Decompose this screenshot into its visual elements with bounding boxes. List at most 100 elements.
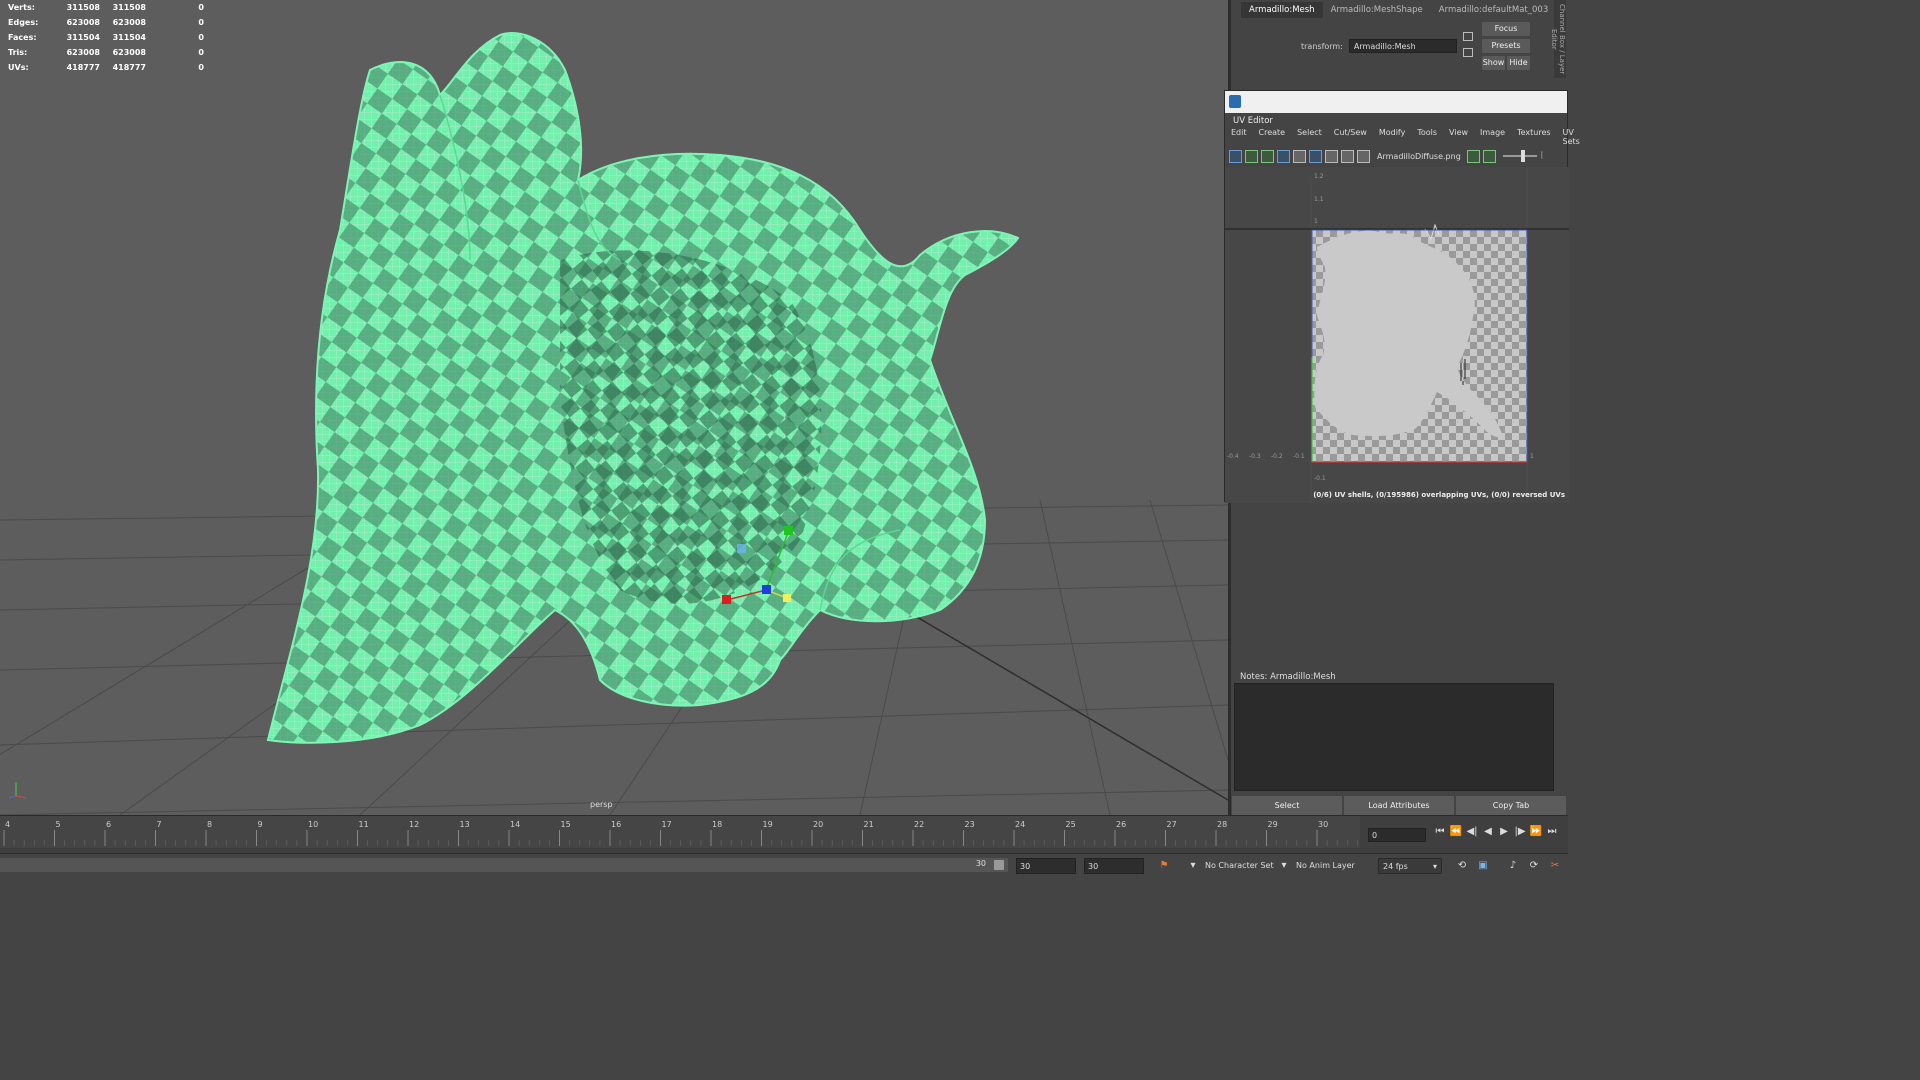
u-tick-m02: -0.2: [1271, 453, 1283, 460]
3d-viewport[interactable]: Verts: 311508 311508 0 Edges: 623008 623008 0 …: [0, 0, 1228, 815]
transform-row: transform: Armadillo:Mesh: [1301, 39, 1457, 53]
menu-view[interactable]: View: [1443, 127, 1474, 141]
transform-label: transform:: [1301, 41, 1343, 51]
fps-dropdown-icon: ▾: [1432, 862, 1437, 871]
uv-editor-window: UV Editor Edit Create Select Cut/Sew Mod…: [1224, 90, 1580, 503]
range-handle[interactable]: [994, 860, 1004, 870]
show-button[interactable]: Show: [1482, 56, 1505, 70]
menu-modify[interactable]: Modify: [1373, 127, 1412, 141]
step-back-key-icon[interactable]: ⏪: [1448, 826, 1464, 837]
texture-selector[interactable]: ArmadilloDiffuse.png: [1377, 152, 1461, 161]
toolbar-overflow-icon[interactable]: ⦚: [1541, 151, 1543, 162]
time-slider: 4 5 6 7 8 9 10 11 12 13 14 15 16 17 18 19 20 21 22 23 24 25 26…: [0, 815, 1568, 853]
current-frame-field[interactable]: 0: [1368, 828, 1426, 842]
ruler-frame-label: 5: [56, 820, 61, 829]
anim-layer-dropdown-icon[interactable]: ▾: [1277, 859, 1291, 873]
grid-toggle-icon[interactable]: [1309, 149, 1322, 163]
playback-speed-icon[interactable]: ⟳: [1527, 859, 1541, 873]
step-forward-frame-icon[interactable]: |▶: [1512, 826, 1528, 837]
tab-armadillo-mesh[interactable]: Armadillo:Mesh: [1241, 2, 1323, 18]
tab-armadillo-meshshape[interactable]: Armadillo:MeshShape: [1323, 2, 1431, 18]
fps-select[interactable]: 24 fps ▾: [1378, 858, 1442, 874]
armadillo-mesh: [266, 32, 1020, 744]
uv-edge-select-icon[interactable]: [1261, 149, 1274, 163]
ruler-frame-label: 27: [1167, 820, 1177, 829]
play-backwards-icon[interactable]: ◀: [1480, 826, 1496, 837]
character-set-dropdown-icon[interactable]: ▾: [1186, 859, 1200, 873]
select-button[interactable]: Select: [1232, 796, 1342, 816]
presets-button[interactable]: Presets: [1482, 39, 1530, 53]
time-ruler-ticks: 4 5 6 7 8 9 10 11 12 13 14 15 16 17 18 19 20 21 22 23 24 25 26…: [3, 820, 1358, 846]
preferences-icon[interactable]: ✂: [1548, 859, 1562, 873]
poly-count-hud: Verts: 311508 311508 0 Edges: 623008 623008 0 …: [8, 0, 204, 75]
ruler-frame-label: 8: [207, 820, 212, 829]
menu-select[interactable]: Select: [1291, 127, 1328, 141]
uv-editor-titlebar[interactable]: [1225, 91, 1567, 113]
anim-layer-label[interactable]: No Anim Layer: [1296, 861, 1355, 870]
copy-tab-button[interactable]: Copy Tab: [1456, 796, 1566, 816]
channel-box-side-tab[interactable]: Channel Box / Layer Editor: [1550, 0, 1566, 78]
ruler-frame-label: 16: [611, 820, 621, 829]
range-end-field[interactable]: 30: [1084, 858, 1144, 874]
uv-shell-select-icon[interactable]: [1229, 149, 1242, 163]
exposure-slider[interactable]: [1502, 150, 1537, 162]
uv-editor-title: UV Editor: [1233, 116, 1273, 126]
ruler-frame-label: 7: [157, 820, 162, 829]
uv-face-select-icon[interactable]: [1277, 149, 1290, 163]
manip-center-handle: [737, 544, 746, 553]
menu-edit[interactable]: Edit: [1225, 127, 1253, 141]
ruler-frame-label: 21: [864, 820, 874, 829]
uv-select-icon[interactable]: [1245, 149, 1258, 163]
sound-icon[interactable]: ♪: [1506, 859, 1520, 873]
hide-button[interactable]: Hide: [1507, 56, 1530, 70]
uv-canvas[interactable]: 1.2 1.1 1 -0.4 -0.3 -0.2 -0.1 -0.1 1 (0/…: [1225, 167, 1569, 503]
focus-button[interactable]: Focus: [1482, 22, 1530, 36]
auto-key-icon[interactable]: ⚑: [1157, 859, 1171, 873]
focus-out-icon[interactable]: [1463, 48, 1473, 57]
v-tick-1: 1: [1314, 218, 1318, 225]
step-forward-key-icon[interactable]: ⏩: [1528, 826, 1544, 837]
checker-icon[interactable]: [1357, 149, 1370, 163]
uv-status-text: (0/6) UV shells, (0/195986) overlapping …: [1313, 491, 1565, 499]
v-tick-m01: -0.1: [1314, 475, 1326, 482]
play-forwards-icon[interactable]: ▶: [1496, 826, 1512, 837]
uv-frame-icon[interactable]: [1293, 149, 1306, 163]
menu-tools[interactable]: Tools: [1411, 127, 1443, 141]
cache-icon[interactable]: ▣: [1476, 859, 1490, 873]
manip-plane-handle: [783, 594, 791, 602]
image-ratio-icon[interactable]: [1466, 149, 1480, 163]
u-tick-m04: -0.4: [1227, 453, 1239, 460]
character-set-label[interactable]: No Character Set: [1205, 861, 1274, 870]
menu-create[interactable]: Create: [1253, 127, 1292, 141]
load-attributes-button[interactable]: Load Attributes: [1344, 796, 1454, 816]
image-display-icon[interactable]: [1341, 149, 1354, 163]
snap-icon[interactable]: [1325, 149, 1338, 163]
time-ruler[interactable]: 4 5 6 7 8 9 10 11 12 13 14 15 16 17 18 19 20 21 22 23 24 25 26…: [0, 816, 1360, 848]
menu-textures[interactable]: Textures: [1511, 127, 1556, 141]
ruler-frame-label: 30: [1318, 820, 1328, 829]
ruler-frame-label: 25: [1066, 820, 1076, 829]
attribute-editor-buttons: Select Load Attributes Copy Tab: [1232, 796, 1568, 816]
range-slider[interactable]: 30: [0, 858, 1008, 872]
manip-z-handle: [762, 585, 771, 594]
notes-textarea[interactable]: [1234, 683, 1554, 791]
u-tick-m01: -0.1: [1293, 453, 1305, 460]
transform-name-field[interactable]: Armadillo:Mesh: [1348, 39, 1457, 53]
ruler-frame-label: 26: [1116, 820, 1126, 829]
dim-image-icon[interactable]: [1482, 149, 1496, 163]
loop-icon[interactable]: ⟲: [1455, 859, 1469, 873]
range-start-field[interactable]: 30: [1016, 858, 1076, 874]
menu-uv-sets[interactable]: UV Sets: [1557, 127, 1586, 146]
ruler-frame-label: 4: [5, 820, 10, 829]
menu-image[interactable]: Image: [1474, 127, 1511, 141]
view-axis-icon: [8, 782, 27, 799]
go-to-end-icon[interactable]: ⏭: [1544, 826, 1560, 837]
menu-cut-sew[interactable]: Cut/Sew: [1328, 127, 1373, 141]
ruler-frame-label: 10: [308, 820, 318, 829]
step-back-frame-icon[interactable]: ◀|: [1464, 826, 1480, 837]
tab-armadillo-defaultmat[interactable]: Armadillo:defaultMat_003: [1431, 2, 1556, 18]
playback-controls: ⏮ ⏪ ◀| ◀ ▶ |▶ ⏩ ⏭: [1432, 826, 1560, 837]
go-to-start-icon[interactable]: ⏮: [1432, 826, 1448, 837]
focus-in-icon[interactable]: [1463, 32, 1473, 41]
viewport-scene: [0, 32, 1228, 815]
